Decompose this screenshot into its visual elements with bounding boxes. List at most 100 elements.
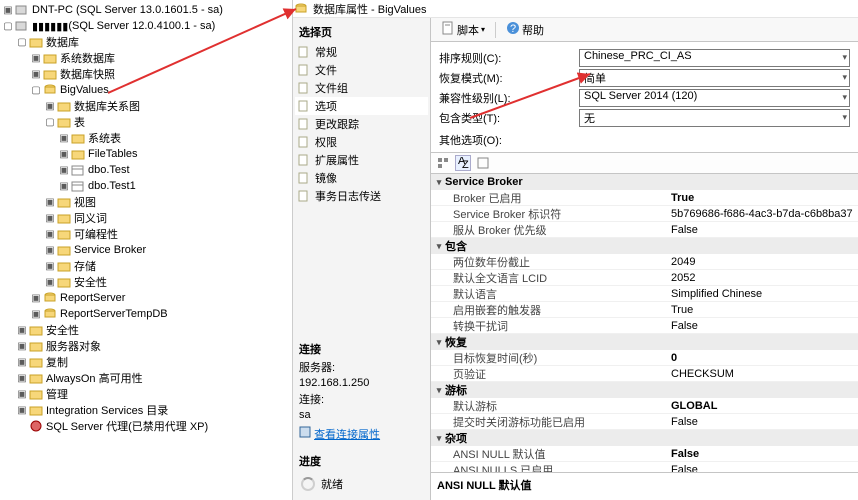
script-button[interactable]: 脚本▾ bbox=[437, 20, 489, 39]
tree-node-integration[interactable]: ▣Integration Services 目录 bbox=[2, 402, 292, 418]
grid-row[interactable]: 服从 Broker 优先级False bbox=[431, 222, 858, 238]
tree-node-sys-db[interactable]: ▣系统数据库 bbox=[2, 50, 292, 66]
object-explorer-tree[interactable]: ▣DNT-PC (SQL Server 13.0.1601.5 - sa) ▢▮… bbox=[0, 0, 293, 500]
tree-node-replication[interactable]: ▣复制 bbox=[2, 354, 292, 370]
folder-icon bbox=[56, 99, 72, 113]
tree-node-views[interactable]: ▣视图 bbox=[2, 194, 292, 210]
tree-node-alwayson[interactable]: ▣AlwaysOn 高可用性 bbox=[2, 370, 292, 386]
select-page-item[interactable]: 扩展属性 bbox=[295, 151, 428, 169]
tree-node-sys-tables[interactable]: ▣系统表 bbox=[2, 130, 292, 146]
tree-node-db-snap[interactable]: ▣数据库快照 bbox=[2, 66, 292, 82]
tree-node-service-broker[interactable]: ▣Service Broker bbox=[2, 242, 292, 258]
tree-node-security[interactable]: ▣安全性 bbox=[2, 274, 292, 290]
grid-category[interactable]: ▾杂项 bbox=[431, 430, 858, 446]
grid-row[interactable]: 提交时关闭游标功能已启用False bbox=[431, 414, 858, 430]
grid-category[interactable]: ▾Service Broker bbox=[431, 174, 858, 190]
tree-node-table[interactable]: ▣dbo.Test bbox=[2, 162, 292, 178]
tree-node-synonyms[interactable]: ▣同义词 bbox=[2, 210, 292, 226]
folder-icon bbox=[28, 35, 44, 49]
tree-node-table[interactable]: ▣dbo.Test1 bbox=[2, 178, 292, 194]
form-area: 排序规则(C):Chinese_PRC_CI_AS▾ 恢复模式(M):简单▾ 兼… bbox=[431, 42, 858, 152]
containment-dropdown[interactable]: 无▾ bbox=[579, 109, 850, 127]
grid-row[interactable]: 默认游标GLOBAL bbox=[431, 398, 858, 414]
folder-icon bbox=[56, 275, 72, 289]
folder-icon bbox=[28, 387, 44, 401]
progress-status: 就绪 bbox=[321, 476, 343, 492]
grid-row[interactable]: 页验证CHECKSUM bbox=[431, 366, 858, 382]
tree-node-tables[interactable]: ▢表 bbox=[2, 114, 292, 130]
grid-category[interactable]: ▾恢复 bbox=[431, 334, 858, 350]
folder-icon bbox=[56, 211, 72, 225]
select-page-item[interactable]: 事务日志传送 bbox=[295, 187, 428, 205]
select-page-item[interactable]: 常规 bbox=[295, 43, 428, 61]
tree-node-bigvalues[interactable]: ▢BigValues bbox=[2, 82, 292, 98]
grid-row[interactable]: Service Broker 标识符5b769686-f686-4ac3-b7d… bbox=[431, 206, 858, 222]
recovery-dropdown[interactable]: 简单▾ bbox=[579, 69, 850, 87]
folder-icon bbox=[56, 115, 72, 129]
collation-label: 排序规则(C): bbox=[439, 50, 579, 66]
collation-dropdown[interactable]: Chinese_PRC_CI_AS▾ bbox=[579, 49, 850, 67]
connection-label: 连接 bbox=[295, 340, 428, 358]
tree-node-programmability[interactable]: ▣可编程性 bbox=[2, 226, 292, 242]
spinner-icon bbox=[301, 477, 315, 491]
tree-node-server-obj[interactable]: ▣服务器对象 bbox=[2, 338, 292, 354]
alphabetical-icon[interactable]: AZ bbox=[455, 155, 471, 171]
folder-icon bbox=[42, 51, 58, 65]
tree-node-sql-agent[interactable]: SQL Server 代理(已禁用代理 XP) bbox=[2, 418, 292, 434]
tree-node-db[interactable]: ▣ReportServer bbox=[2, 290, 292, 306]
tree-node-file-tables[interactable]: ▣FileTables bbox=[2, 146, 292, 162]
grid-row[interactable]: 目标恢复时间(秒)0 bbox=[431, 350, 858, 366]
grid-row[interactable]: ANSI NULL 默认值False bbox=[431, 446, 858, 462]
tree-node-db-diagram[interactable]: ▣数据库关系图 bbox=[2, 98, 292, 114]
grid-category[interactable]: ▾游标 bbox=[431, 382, 858, 398]
select-page-item[interactable]: 权限 bbox=[295, 133, 428, 151]
select-page-item[interactable]: 选项 bbox=[295, 97, 428, 115]
grid-category[interactable]: ▾包含 bbox=[431, 238, 858, 254]
tree-node-management[interactable]: ▣管理 bbox=[2, 386, 292, 402]
page-icon bbox=[297, 82, 311, 94]
tree-node-server[interactable]: ▢▮▮▮▮▮▮ (SQL Server 12.0.4100.1 - sa) bbox=[2, 18, 292, 34]
conn-user-label: 连接: bbox=[295, 390, 428, 408]
progress-label: 进度 bbox=[295, 451, 428, 472]
tree-node-security-top[interactable]: ▣安全性 bbox=[2, 322, 292, 338]
properties-icon[interactable] bbox=[475, 155, 491, 171]
folder-icon bbox=[56, 259, 72, 273]
folder-icon bbox=[56, 195, 72, 209]
select-page-item[interactable]: 文件组 bbox=[295, 79, 428, 97]
help-button[interactable]: ?帮助 bbox=[502, 20, 548, 39]
script-icon bbox=[441, 21, 455, 38]
svg-text:?: ? bbox=[510, 23, 516, 35]
select-page-item[interactable]: 更改跟踪 bbox=[295, 115, 428, 133]
folder-icon bbox=[56, 227, 72, 241]
folder-icon bbox=[42, 67, 58, 81]
svg-text:Z: Z bbox=[462, 159, 469, 169]
folder-icon bbox=[28, 371, 44, 385]
agent-icon bbox=[28, 419, 44, 433]
grid-row[interactable]: 转换干扰词False bbox=[431, 318, 858, 334]
server-icon bbox=[14, 19, 30, 33]
select-page-label: 选择页 bbox=[295, 22, 428, 43]
page-icon bbox=[297, 136, 311, 148]
grid-row[interactable]: Broker 已启用True bbox=[431, 190, 858, 206]
view-connection-props-link[interactable]: 查看连接属性 bbox=[314, 429, 380, 441]
folder-icon bbox=[56, 243, 72, 257]
property-grid[interactable]: ▾Service BrokerBroker 已启用TrueService Bro… bbox=[431, 174, 858, 472]
tree-node-server[interactable]: ▣DNT-PC (SQL Server 13.0.1601.5 - sa) bbox=[2, 2, 292, 18]
tree-node-databases[interactable]: ▢数据库 bbox=[2, 34, 292, 50]
grid-row[interactable]: ANSI NULLS 已启用False bbox=[431, 462, 858, 472]
tree-node-db[interactable]: ▣ReportServerTempDB bbox=[2, 306, 292, 322]
property-help-text: ANSI NULL 默认值 bbox=[431, 472, 858, 500]
select-page-item[interactable]: 镜像 bbox=[295, 169, 428, 187]
server-label: 服务器: bbox=[295, 358, 428, 376]
folder-icon bbox=[28, 323, 44, 337]
compat-dropdown[interactable]: SQL Server 2014 (120)▾ bbox=[579, 89, 850, 107]
tree-node-storage[interactable]: ▣存储 bbox=[2, 258, 292, 274]
grid-row[interactable]: 两位数年份截止2049 bbox=[431, 254, 858, 270]
grid-row[interactable]: 启用嵌套的触发器True bbox=[431, 302, 858, 318]
grid-row[interactable]: 默认语言Simplified Chinese bbox=[431, 286, 858, 302]
conn-user-value: sa bbox=[295, 408, 428, 422]
select-page-item[interactable]: 文件 bbox=[295, 61, 428, 79]
folder-icon bbox=[28, 355, 44, 369]
categorized-icon[interactable] bbox=[435, 155, 451, 171]
grid-row[interactable]: 默认全文语言 LCID2052 bbox=[431, 270, 858, 286]
